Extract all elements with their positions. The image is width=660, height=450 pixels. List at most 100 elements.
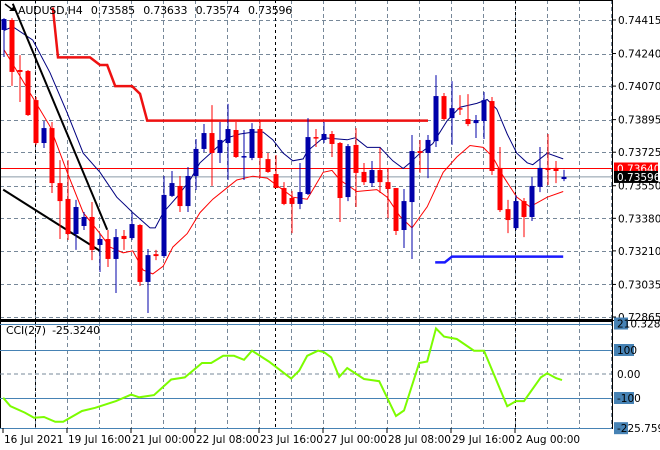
candle-bull [217,139,223,153]
candle-bull [369,170,375,184]
price-label: 0.73895 [618,115,660,127]
candle-bull [201,133,207,149]
candle-bull [449,108,455,119]
price-label: 0.73210 [618,246,660,258]
price-label: 0.74415 [618,15,660,27]
candle-bull [537,167,543,187]
candle-bull [249,129,255,158]
candle-bull [297,192,303,204]
price-label: 0.74070 [618,81,660,93]
ohlc-open: 0.73585 [90,4,135,17]
ohlc-high: 0.73633 [143,4,188,17]
time-label: 21 Jul 00:00 [132,434,195,446]
candle-bear [289,198,295,204]
cci-plot [2,326,563,423]
candle-bull [185,175,191,207]
candle-bear [521,201,527,217]
candle-bear [177,185,183,207]
candle-bull [425,139,431,153]
candle-bull [513,201,519,229]
price-label: 0.73380 [618,213,660,225]
candle-bull [73,207,79,235]
time-label: 16 Jul 2021 [4,434,63,446]
candle-bull [561,176,567,180]
bid-price-tag: 0.73596 [617,172,660,184]
candle-bear [57,183,63,202]
candle-bear [121,235,127,240]
candle-bull [433,96,439,142]
candle-bull [409,151,415,203]
mt4-chart-window: 0.74415 0.74240 0.74070 0.73895 0.73725 0.735… [0,0,660,450]
candle-bull [241,156,247,158]
cci-line [2,326,563,423]
candle-bull [41,128,47,144]
candle-bear [265,159,271,172]
candle-bull [321,134,327,140]
candle-bear [209,133,215,153]
chart-menu-arrow-icon[interactable] [4,3,16,13]
candle-bull [529,185,535,217]
candle-bear [137,225,143,282]
cci-header: CCI(27) -25.3240 [6,324,103,337]
cci-axis-label: 0.00 [617,369,640,381]
candle-bull [193,148,199,176]
time-label: 2 Aug 00:00 [516,434,580,446]
time-label: 27 Jul 00:00 [324,434,387,446]
candle-bear [377,170,383,183]
price-plot [0,3,612,313]
candle-bear [17,70,23,72]
candle-bear [457,108,463,110]
cci-value: -25.3240 [52,324,100,337]
candle-bear [337,143,343,199]
candle-bear [497,167,503,211]
candle-bear [385,182,391,190]
time-label: 29 Jul 16:00 [452,434,515,446]
candle-bull [113,237,119,259]
candle-bull [161,194,167,257]
chart-canvas[interactable]: 0.74415 0.74240 0.74070 0.73895 0.73725 0.735… [0,0,660,450]
candle-bull [81,216,87,226]
price-label: 0.73725 [618,147,660,159]
cci-name: CCI(27) [6,324,46,337]
candle-bull [145,255,151,282]
candle-bear [105,239,111,259]
candle-bear [441,96,447,120]
candle-bull [169,183,175,196]
candle-bear [89,216,95,250]
candle-bear [489,101,495,171]
time-label: 28 Jul 08:00 [388,434,451,446]
candle-bear [353,144,359,173]
candle-bear [361,171,367,183]
candle-bear [273,174,279,189]
candle-bear [233,129,239,158]
symbol-header: AUDUSD,H4 0.73585 0.73633 0.73574 0.7359… [18,4,297,17]
candle-bear [393,188,399,231]
candle-bear [65,198,71,235]
candle-bull [97,239,103,245]
cci-axis-label: -225.7594 [617,423,660,435]
cci-axis-label: 210.3284 [617,319,660,331]
candle-bull [481,100,487,121]
candle-bear [25,70,31,116]
candle-bull [225,129,231,144]
time-label: 23 Jul 16:00 [260,434,323,446]
candle-bear [33,100,39,144]
support-step-line [435,255,564,264]
ohlc-close: 0.73596 [248,4,293,17]
cci-axis-label: -100 [617,393,641,405]
price-label: 0.74240 [618,49,660,61]
ohlc-low: 0.73574 [195,4,240,17]
time-label: 19 Jul 16:00 [68,434,131,446]
candle-bear [465,119,471,125]
cci-axis-label: 100 [617,345,637,357]
ma-slow-line [3,49,564,275]
candle-bear [281,188,287,204]
candle-bear [153,254,159,257]
cci-panel-border [0,321,613,429]
candle-bear [257,129,263,158]
symbol-name: AUDUSD,H4 [18,4,83,17]
candle-bull [401,201,407,231]
candle-bull [1,19,7,30]
candle-bear [505,209,511,221]
candle-bear [329,134,335,144]
